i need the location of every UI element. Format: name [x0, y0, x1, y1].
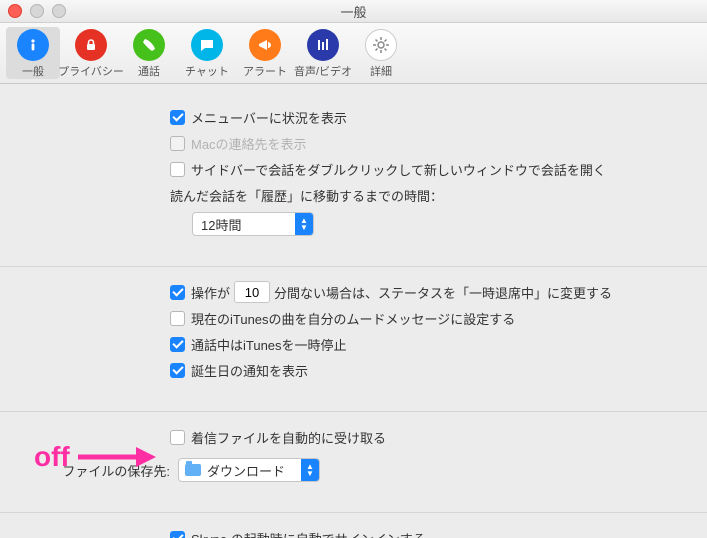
auto-accept-files-checkbox[interactable]	[170, 430, 185, 445]
tab-audio-video[interactable]: 音声/ビデオ	[296, 27, 350, 79]
separator	[0, 411, 707, 412]
content-area: メニューバーに状況を表示 Macの連絡先を表示 サイドバーで会話をダブルクリック…	[0, 84, 707, 538]
lock-icon	[75, 29, 107, 61]
pause-itunes-label: 通話中はiTunesを一時停止	[191, 335, 347, 354]
auto-accept-files-label: 着信ファイルを自動的に受け取る	[191, 428, 386, 447]
move-read-select[interactable]: 12時間 ▲▼	[192, 212, 314, 236]
tab-advanced[interactable]: 詳細	[354, 27, 408, 79]
tab-label: 音声/ビデオ	[294, 63, 352, 79]
zoom-window-button[interactable]	[52, 4, 66, 18]
move-read-label: 読んだ会話を「履歴」に移動するまでの時間：	[170, 186, 443, 205]
tab-label: プライバシー	[58, 63, 124, 79]
phone-icon	[133, 29, 165, 61]
tab-label: 一般	[22, 63, 44, 79]
idle-away-checkbox[interactable]	[170, 285, 185, 300]
save-location-value: ダウンロード	[207, 461, 293, 480]
save-location-select[interactable]: ダウンロード ▲▼	[178, 458, 320, 482]
itunes-mood-label: 現在のiTunesの曲を自分のムードメッセージに設定する	[191, 309, 515, 328]
idle-suffix-label: 分間ない場合は、ステータスを「一時退席中」に変更する	[274, 283, 612, 302]
group-startup: Skype の起動時に自動でサインインする Skypeを常に最新の状態にする 詳…	[30, 527, 677, 538]
tab-label: 詳細	[370, 63, 392, 79]
idle-minutes-input[interactable]	[234, 281, 270, 303]
folder-icon	[185, 464, 201, 476]
tab-calls[interactable]: 通話	[122, 27, 176, 79]
auto-signin-checkbox[interactable]	[170, 531, 185, 538]
birthday-notify-label: 誕生日の通知を表示	[191, 361, 308, 380]
info-icon	[17, 29, 49, 61]
menubar-status-label: メニューバーに状況を表示	[191, 108, 347, 127]
preferences-window: 一般 一般 プライバシー 通話 チャット	[0, 0, 707, 538]
equalizer-icon	[307, 29, 339, 61]
tab-alerts[interactable]: アラート	[238, 27, 292, 79]
save-location-label: ファイルの保存先:	[30, 461, 178, 480]
mac-contacts-checkbox	[170, 136, 185, 151]
window-title: 一般	[0, 2, 707, 21]
tab-label: アラート	[243, 63, 287, 79]
tab-chat[interactable]: チャット	[180, 27, 234, 79]
tab-label: 通話	[138, 63, 160, 79]
stepper-icon: ▲▼	[295, 213, 313, 235]
tab-general[interactable]: 一般	[6, 27, 60, 79]
menubar-status-checkbox[interactable]	[170, 110, 185, 125]
sidebar-dblclick-checkbox[interactable]	[170, 162, 185, 177]
stepper-icon: ▲▼	[301, 459, 319, 481]
pause-itunes-checkbox[interactable]	[170, 337, 185, 352]
chat-icon	[191, 29, 223, 61]
move-read-value: 12時間	[193, 215, 249, 234]
group-status: 操作が 分間ない場合は、ステータスを「一時退席中」に変更する 現在のiTunes…	[30, 281, 677, 397]
close-window-button[interactable]	[8, 4, 22, 18]
gear-icon	[365, 29, 397, 61]
tab-privacy[interactable]: プライバシー	[64, 27, 118, 79]
itunes-mood-checkbox[interactable]	[170, 311, 185, 326]
titlebar: 一般	[0, 0, 707, 23]
separator	[0, 266, 707, 267]
minimize-window-button[interactable]	[30, 4, 44, 18]
traffic-lights	[8, 4, 66, 18]
group-files: 着信ファイルを自動的に受け取る ファイルの保存先: ダウンロード ▲▼	[30, 426, 677, 498]
group-display: メニューバーに状況を表示 Macの連絡先を表示 サイドバーで会話をダブルクリック…	[30, 106, 677, 252]
mac-contacts-label: Macの連絡先を表示	[191, 134, 307, 153]
birthday-notify-checkbox[interactable]	[170, 363, 185, 378]
idle-prefix-label: 操作が	[191, 283, 230, 302]
tab-label: チャット	[185, 63, 229, 79]
separator	[0, 512, 707, 513]
megaphone-icon	[249, 29, 281, 61]
sidebar-dblclick-label: サイドバーで会話をダブルクリックして新しいウィンドウで会話を開く	[191, 160, 606, 179]
auto-signin-label: Skype の起動時に自動でサインインする	[191, 529, 426, 538]
prefs-toolbar: 一般 プライバシー 通話 チャット アラート	[0, 23, 707, 84]
